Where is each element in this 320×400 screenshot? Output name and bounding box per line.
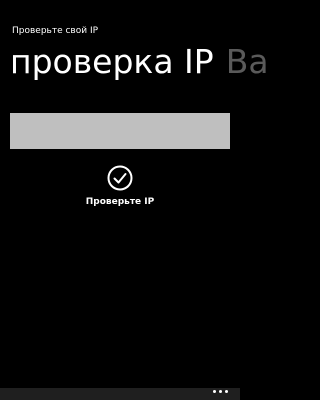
check-ip-button[interactable]: Проверьте IP — [0, 165, 240, 215]
app-title: Проверьте свой IP — [12, 26, 99, 36]
app-bar — [0, 388, 240, 400]
check-circle-icon — [107, 165, 133, 191]
check-ip-label: Проверьте IP — [85, 197, 155, 207]
ip-result-field[interactable] — [10, 113, 230, 149]
ellipsis-icon[interactable] — [213, 390, 228, 393]
pivot-header: проверка IP Ва — [10, 40, 269, 84]
pivot-item-check-ip[interactable]: проверка IP — [10, 42, 214, 81]
pivot-item-next[interactable]: Ва — [226, 42, 269, 81]
